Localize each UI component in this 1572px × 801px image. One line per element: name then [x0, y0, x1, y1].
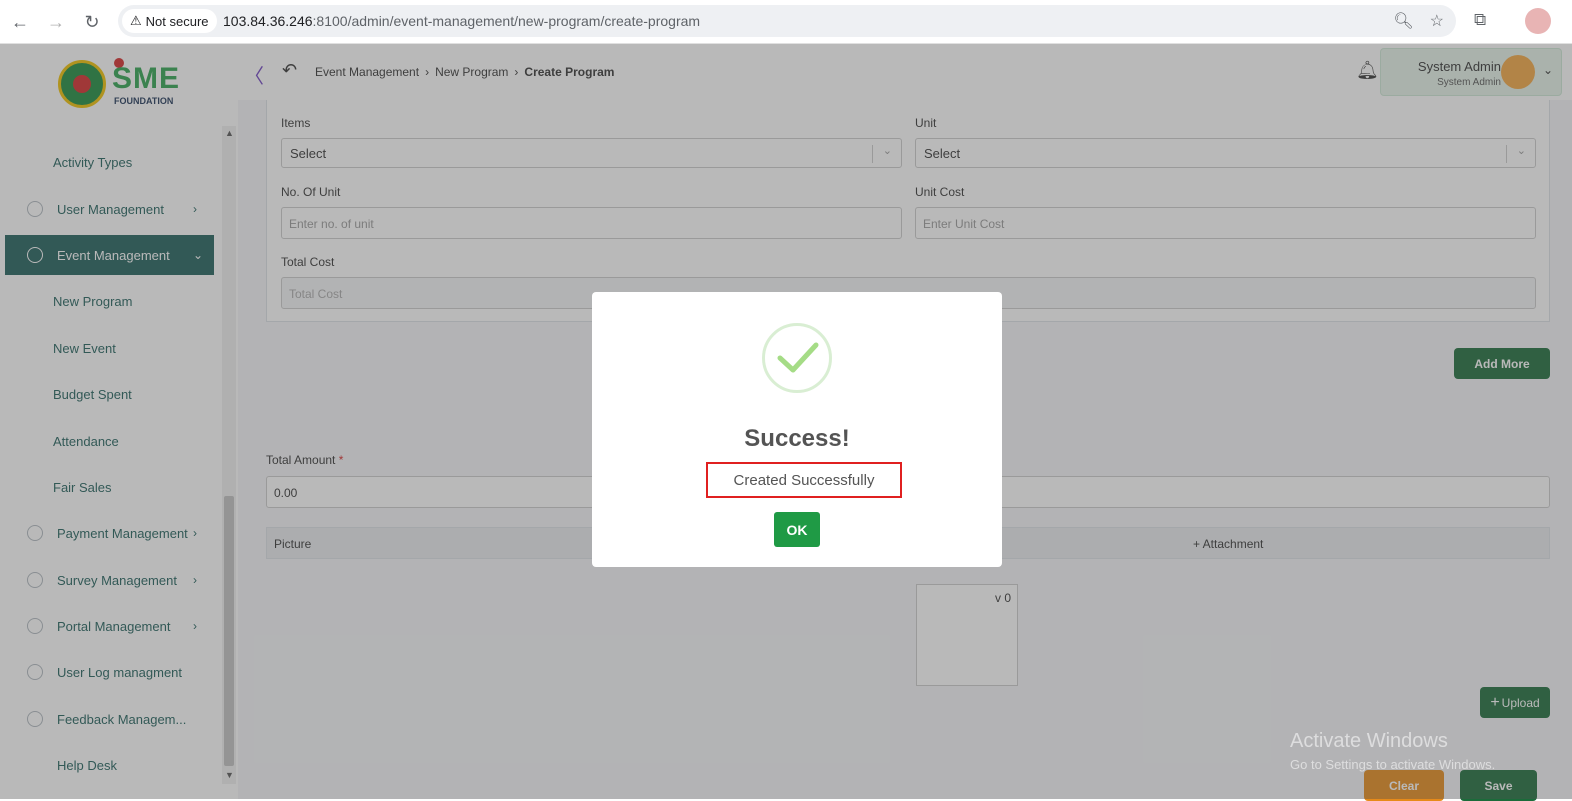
windows-activation-watermark: Activate Windows Go to Settings to activ… [1290, 730, 1495, 772]
warning-icon: ⚠ [130, 13, 142, 28]
url-path: :8100/admin/event-management/new-program… [312, 13, 701, 29]
not-secure-label: Not secure [145, 13, 209, 29]
url-text[interactable]: 103.84.36.246:8100/admin/event-managemen… [223, 13, 700, 29]
dialog-title: Success! [744, 425, 850, 452]
browser-toolbar: ← → ↻ ⚠ Not secure 103.84.36.246:8100/ad… [0, 0, 1572, 44]
watermark-line1: Activate Windows [1290, 730, 1448, 752]
zoom-icon[interactable]: 🔍︎ [1393, 11, 1413, 31]
success-check-icon [762, 323, 832, 393]
not-secure-badge[interactable]: ⚠ Not secure [122, 9, 217, 33]
address-bar[interactable]: ⚠ Not secure 103.84.36.246:8100/admin/ev… [118, 5, 1456, 37]
success-dialog: Success! Created Successfully OK [592, 292, 1002, 567]
watermark-line2: Go to Settings to activate Windows. [1290, 757, 1496, 772]
profile-avatar[interactable] [1525, 8, 1551, 34]
bookmark-star-icon[interactable]: ☆ [1430, 11, 1444, 31]
forward-arrow-icon[interactable]: → [44, 10, 68, 34]
url-host: 103.84.36.246 [223, 13, 313, 29]
reload-icon[interactable]: ↻ [80, 10, 104, 34]
back-arrow-icon[interactable]: ← [8, 10, 32, 34]
extensions-icon[interactable]: ⧉ [1474, 10, 1486, 30]
ok-button[interactable]: OK [774, 512, 820, 547]
dialog-message: Created Successfully [706, 462, 902, 498]
